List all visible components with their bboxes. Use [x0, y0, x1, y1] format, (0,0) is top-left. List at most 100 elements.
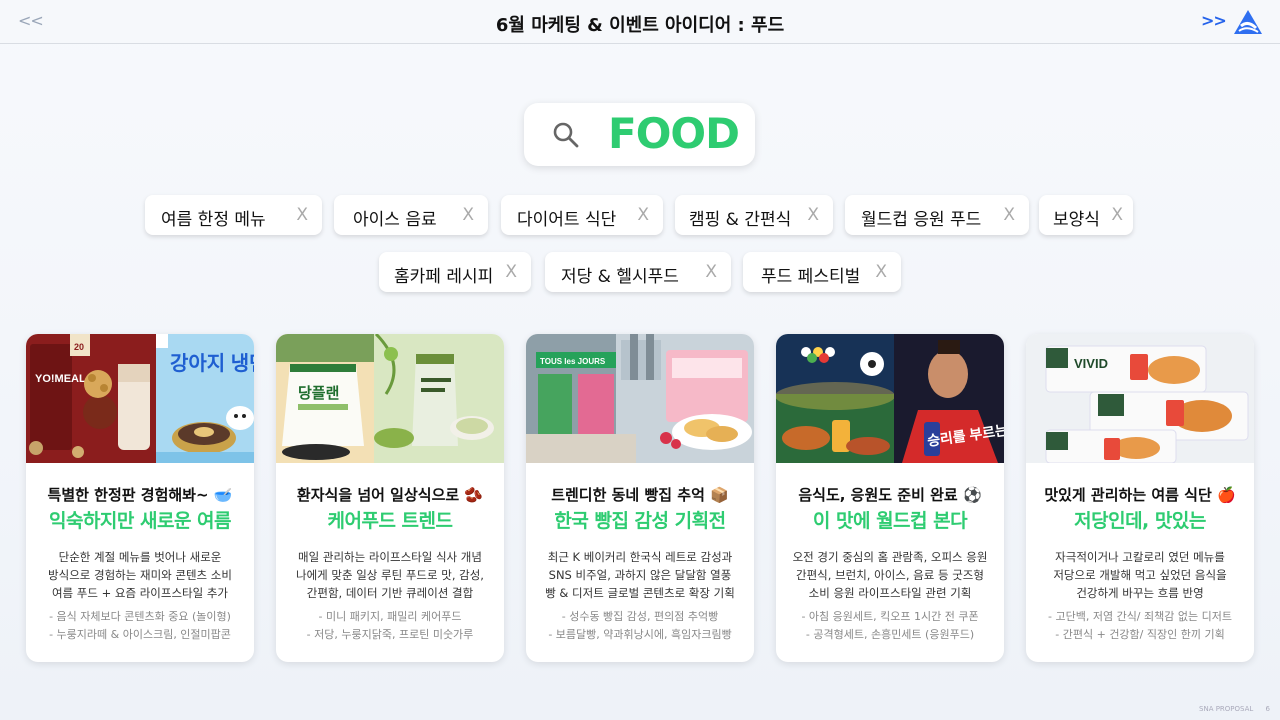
idea-card-summer-limited[interactable]: YO!MEAL 20 강아지 냉면 특별한 한정판 경험해봐~ 🥣 익숙하지만 … [26, 334, 254, 662]
bullet-line: - 보름달빵, 약과휘낭시에, 흑임자크림빵 [548, 628, 732, 641]
brand-text: 당플랜 [298, 384, 339, 402]
tag-label: 다이어트 식단 [517, 210, 617, 230]
desc-line: 저당으로 개발해 먹고 싶었던 음식을 [1053, 568, 1227, 582]
tag-chip[interactable]: 캠핑 & 간편식 X [675, 195, 833, 235]
tag-label: 아이스 음료 [353, 210, 437, 230]
tag-chip[interactable]: 보양식 X [1039, 195, 1133, 235]
bullet-line: - 음식 자체보다 콘텐츠화 중요 (놀이형) [49, 610, 231, 623]
tag-label: 여름 한정 메뉴 [161, 210, 266, 230]
search-box[interactable]: FOOD [524, 103, 755, 166]
tag-remove-button[interactable]: X [705, 262, 717, 282]
card-title: 특별한 한정판 경험해봐~ 🥣 [47, 486, 233, 504]
card-subtitle: 케어푸드 트렌드 [327, 510, 453, 532]
card-title: 음식도, 응원도 준비 완료 ⚽ [798, 486, 982, 504]
desc-line: 소비 응원 라이프스타일 관련 기획 [808, 586, 972, 600]
tag-remove-button[interactable]: X [807, 205, 819, 225]
card-title: 맛있게 관리하는 여름 식단 🍎 [1044, 486, 1236, 504]
page-number: 6 [1265, 705, 1270, 713]
idea-card-worldcup[interactable]: 승리를 부르는 콘 음식도, 응원도 준비 완료 ⚽ 이 맛에 월드컵 본다 오… [776, 334, 1004, 662]
tag-chip[interactable]: 여름 한정 메뉴 X [145, 195, 322, 235]
tag-label: 보양식 [1053, 210, 1100, 230]
tag-chip[interactable]: 홈카페 레시피 X [379, 252, 531, 292]
desc-line: 간편식, 브런치, 아이스, 음료 등 굿즈형 [796, 568, 984, 582]
card-bullets: - 음식 자체보다 콘텐츠화 중요 (놀이형) - 누룽지라떼 & 아이스크림,… [30, 608, 250, 644]
desc-line: 최근 K 베이커리 한국식 레트로 감성과 [547, 550, 733, 564]
desc-line: 간편함, 데이터 기반 큐레이션 결합 [306, 586, 474, 600]
bullet-line: - 아침 응원세트, 킥오프 1시간 전 쿠폰 [801, 610, 979, 623]
desc-line: 빵 & 디저트 글로벌 콘텐츠로 확장 기획 [545, 586, 735, 600]
tag-chip[interactable]: 다이어트 식단 X [501, 195, 663, 235]
card-description: 오전 경기 중심의 홈 관람족, 오피스 응원 간편식, 브런치, 아이스, 음… [784, 548, 996, 602]
desc-line: 건강하게 바꾸는 흐름 반영 [1076, 586, 1204, 600]
card-description: 자극적이거나 고칼로리 였던 메뉴를 저당으로 개발해 먹고 싶었던 음식을 건… [1034, 548, 1246, 602]
tag-label: 캠핑 & 간편식 [689, 210, 792, 230]
card-bullets: - 성수동 빵집 감성, 편의점 추억빵 - 보름달빵, 약과휘낭시에, 흑임자… [530, 608, 750, 644]
footer: SNA PROPOSAL 6 [1199, 705, 1270, 713]
tag-remove-button[interactable]: X [1111, 205, 1123, 225]
desc-line: 단순한 계절 메뉴를 벗어나 새로운 [58, 550, 222, 564]
tag-chip[interactable]: 푸드 페스티벌 X [743, 252, 901, 292]
card-bullets: - 아침 응원세트, 킥오프 1시간 전 쿠폰 - 공격형세트, 손흥민세트 (… [780, 608, 1000, 644]
desc-line: 오전 경기 중심의 홈 관람족, 오피스 응원 [792, 550, 988, 564]
tag-remove-button[interactable]: X [296, 205, 308, 225]
card-bullets: - 고단백, 저염 간식/ 죄책감 없는 디저트 - 간편식 + 건강함/ 직장… [1030, 608, 1250, 644]
card-subtitle: 저당인데, 맛있는 [1074, 510, 1206, 532]
desc-line: SNS 비주얼, 과하지 않은 달달함 열풍 [548, 568, 732, 582]
brand-text: YO!MEAL [35, 373, 86, 385]
brand-logo-icon [1234, 10, 1262, 34]
tag-label: 홈카페 레시피 [394, 267, 494, 287]
badge-text: 20 [74, 342, 84, 352]
bullet-line: - 저당, 누룽지닭죽, 프로틴 미숫가루 [306, 628, 474, 641]
tag-remove-button[interactable]: X [462, 205, 474, 225]
tag-remove-button[interactable]: X [505, 262, 517, 282]
tag-label: 저당 & 헬시푸드 [561, 267, 679, 287]
desc-line: 방식으로 경험하는 재미와 콘텐츠 소비 [48, 568, 232, 582]
brand-text: TOUS les JOURS [540, 357, 606, 366]
bullet-line: - 간편식 + 건강함/ 직장인 한끼 기획 [1055, 628, 1225, 641]
brand-text: VIVID [1074, 356, 1108, 371]
card-description: 매일 관리하는 라이프스타일 식사 개념 나에게 맞춘 일상 루틴 푸드로 맛,… [284, 548, 496, 602]
summer-limited-product-image: YO!MEAL 20 강아지 냉면 [26, 334, 254, 463]
footer-brand: SNA PROPOSAL [1199, 705, 1254, 713]
bullet-line: - 미니 패키지, 패밀리 케어푸드 [318, 610, 462, 623]
card-subtitle: 이 맛에 월드컵 본다 [812, 510, 968, 532]
search-query: FOOD [608, 109, 740, 158]
bullet-line: - 고단백, 저염 간식/ 죄책감 없는 디저트 [1048, 610, 1232, 623]
desc-line: 매일 관리하는 라이프스타일 식사 개념 [298, 550, 482, 564]
page-title: 6월 마케팅 & 이벤트 아이디어 : 푸드 [495, 15, 785, 36]
tag-chip[interactable]: 아이스 음료 X [334, 195, 488, 235]
card-image: 당플랜 [276, 334, 504, 463]
worldcup-food-image: 승리를 부르는 콘 [776, 334, 1004, 463]
bullet-line: - 누룽지라떼 & 아이스크림, 인절미팝콘 [49, 628, 231, 641]
tag-remove-button[interactable]: X [875, 262, 887, 282]
idea-card-care-food[interactable]: 당플랜 환자식을 넘어 일상식으로 🫘 케어푸드 트렌드 매일 관리하는 라이프… [276, 334, 504, 662]
search-icon [553, 122, 579, 148]
next-page-button[interactable]: >> [1201, 11, 1227, 30]
care-food-product-image: 당플랜 [276, 334, 504, 463]
tag-remove-button[interactable]: X [637, 205, 649, 225]
card-title: 환자식을 넘어 일상식으로 🫘 [296, 486, 484, 504]
card-image: VIVID [1026, 334, 1254, 463]
card-description: 최근 K 베이커리 한국식 레트로 감성과 SNS 비주얼, 과하지 않은 달달… [534, 548, 746, 602]
tag-chip[interactable]: 저당 & 헬시푸드 X [545, 252, 731, 292]
low-sugar-product-image: VIVID [1026, 334, 1254, 463]
bakery-popup-image: TOUS les JOURS [526, 334, 754, 463]
bullet-line: - 성수동 빵집 감성, 편의점 추억빵 [561, 610, 719, 623]
card-bullets: - 미니 패키지, 패밀리 케어푸드 - 저당, 누룽지닭죽, 프로틴 미숫가루 [280, 608, 500, 644]
desc-line: 나에게 맞춘 일상 루틴 푸드로 맛, 감성, [296, 568, 484, 582]
desc-line: 자극적이거나 고칼로리 였던 메뉴를 [1055, 550, 1225, 564]
bullet-line: - 공격형세트, 손흥민세트 (응원푸드) [805, 628, 975, 641]
card-subtitle: 한국 빵집 감성 기획전 [554, 510, 726, 532]
promo-headline: 강아지 냉면 [170, 352, 254, 375]
card-description: 단순한 계절 메뉴를 벗어나 새로운 방식으로 경험하는 재미와 콘텐츠 소비 … [34, 548, 246, 602]
desc-line: 여름 푸드 + 요즘 라이프스타일 추가 [51, 586, 229, 600]
idea-card-low-sugar[interactable]: VIVID 맛있게 관리하는 여름 식단 🍎 저당인데, 맛있는 자극적이거나 … [1026, 334, 1254, 662]
tag-label: 푸드 페스티벌 [761, 267, 861, 287]
tag-chip[interactable]: 월드컵 응원 푸드 X [845, 195, 1029, 235]
card-subtitle: 익숙하지만 새로운 여름 [48, 510, 232, 532]
card-title: 트렌디한 동네 빵집 추억 📦 [551, 486, 729, 504]
tag-remove-button[interactable]: X [1003, 205, 1015, 225]
card-image: 승리를 부르는 콘 [776, 334, 1004, 463]
idea-card-bakery[interactable]: TOUS les JOURS 트렌디한 동네 빵집 추억 📦 한국 빵집 감성 … [526, 334, 754, 662]
tag-label: 월드컵 응원 푸드 [861, 210, 982, 230]
